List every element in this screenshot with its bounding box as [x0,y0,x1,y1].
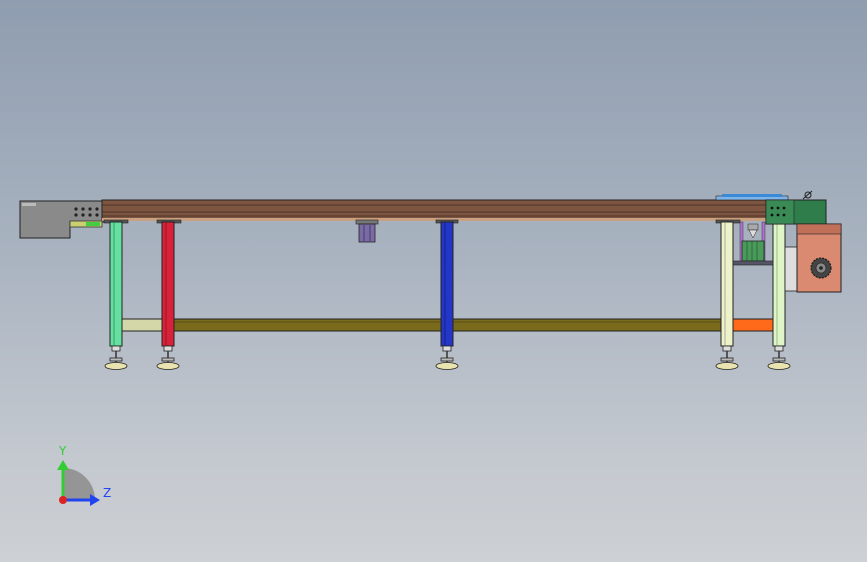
cad-viewport[interactable]: Y Z [0,0,867,562]
leveling-feet[interactable] [104,345,791,370]
foot-1 [104,345,128,370]
top-frame-beam[interactable] [101,199,767,221]
y-axis-label: Y [58,444,67,458]
leg-4-light[interactable] [720,221,734,347]
leg-1-green[interactable] [109,221,123,347]
x-axis-dot [59,496,67,504]
leg-2-red[interactable] [161,221,175,347]
leg-3-blue[interactable] [440,221,454,347]
conveyor-model[interactable] [19,190,842,370]
foot-3 [435,345,459,370]
left-end-housing[interactable] [19,200,105,239]
mid-bracket[interactable] [355,219,379,243]
foot-2 [156,345,180,370]
leg-5-light-green[interactable] [772,221,786,347]
drive-motor[interactable] [784,223,842,293]
foot-4 [715,345,739,370]
foot-5 [767,345,791,370]
z-axis-label: Z [103,486,111,500]
orientation-triad[interactable]: Y Z [57,444,111,506]
